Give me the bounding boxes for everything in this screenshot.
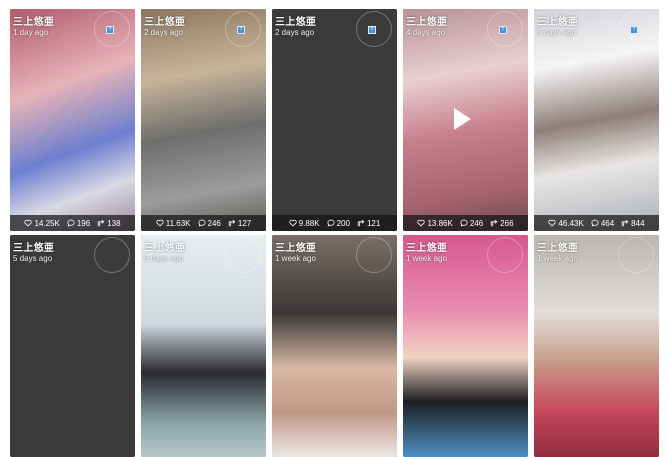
post-time: 5 days ago: [13, 254, 53, 263]
share-icon: [621, 219, 629, 227]
shares-stat: 266: [490, 218, 514, 228]
stats-bar: 46.43K 464 844: [534, 215, 659, 231]
share-icon: [490, 219, 498, 227]
author-name[interactable]: 三上悠亜: [13, 13, 54, 28]
comments-count: 464: [600, 218, 615, 228]
video-card[interactable]: 三上悠亜 2 days ago? 9.88K 200 121: [272, 9, 397, 231]
heart-icon: [156, 219, 164, 227]
share-icon: [97, 219, 105, 227]
video-card[interactable]: 三上悠亜 2 days ago? 11.63K 246 127: [141, 9, 266, 231]
author-name[interactable]: 三上悠亜: [537, 239, 578, 254]
loading-ring-icon: [487, 237, 523, 273]
heart-icon: [24, 219, 33, 227]
author-name[interactable]: 三上悠亜: [13, 239, 54, 254]
video-card[interactable]: 三上悠亜 1 week ago: [534, 235, 659, 457]
comments-stat: 246: [460, 219, 483, 228]
video-card[interactable]: 三上悠亜 6 days ago: [141, 235, 266, 457]
comments-stat: 246: [197, 218, 221, 228]
shares-count: 121: [366, 218, 381, 228]
heart-icon: [417, 219, 426, 227]
shares-stat: 121: [357, 219, 380, 228]
post-time: 1 day ago: [13, 28, 49, 37]
likes-count: 13.86K: [427, 218, 453, 228]
loading-ring-icon: [94, 237, 130, 273]
shares-count: 844: [631, 218, 645, 228]
loading-ring-icon: [618, 237, 654, 273]
post-time: 1 week ago: [537, 254, 578, 263]
author-name[interactable]: 三上悠亜: [144, 239, 185, 254]
post-time: 1 week ago: [406, 254, 447, 263]
likes-count: 11.63K: [165, 218, 191, 228]
stats-bar: 11.63K 246 127: [141, 215, 266, 231]
author-name[interactable]: 三上悠亜: [406, 239, 447, 254]
help-badge-icon[interactable]: ?: [237, 26, 245, 34]
likes-stat: 46.43K: [548, 218, 584, 228]
stats-bar: 13.86K 246 266: [403, 215, 528, 231]
likes-stat: 11.63K: [156, 219, 191, 228]
post-time: 6 days ago: [144, 254, 184, 263]
comments-count: 200: [336, 218, 350, 228]
video-card[interactable]: 三上悠亜 1 week ago: [272, 235, 397, 457]
comment-icon: [197, 219, 206, 227]
help-badge-icon[interactable]: ?: [368, 26, 376, 34]
help-badge-icon[interactable]: ?: [499, 26, 507, 34]
help-badge-icon[interactable]: ?: [630, 26, 638, 34]
shares-count: 127: [237, 218, 252, 228]
video-card[interactable]: 三上悠亜 1 week ago: [403, 235, 528, 457]
likes-stat: 14.25K: [24, 218, 60, 228]
comment-icon: [460, 219, 468, 227]
video-grid: 三上悠亜 1 day ago? 14.25K 196 138 三上悠亜 2 days ago…: [10, 9, 659, 457]
likes-stat: 13.86K: [417, 218, 453, 228]
post-time: 1 week ago: [275, 254, 316, 263]
comments-stat: 200: [327, 219, 350, 228]
shares-stat: 127: [228, 219, 251, 228]
video-card[interactable]: 三上悠亜 4 days ago? 13.86K 246 266: [403, 9, 528, 231]
comments-count: 246: [207, 218, 221, 228]
likes-count: 14.25K: [34, 218, 60, 228]
play-icon[interactable]: [454, 108, 471, 130]
comment-icon: [67, 219, 75, 227]
heart-icon: [548, 219, 557, 227]
author-name[interactable]: 三上悠亜: [144, 13, 185, 28]
shares-count: 266: [500, 218, 514, 228]
shares-count: 138: [107, 218, 121, 228]
comments-stat: 464: [591, 219, 614, 228]
video-card[interactable]: 三上悠亜 5 days ago? 46.43K 464 844: [534, 9, 659, 231]
video-card[interactable]: 三上悠亜 1 day ago? 14.25K 196 138: [10, 9, 135, 231]
heart-icon: [289, 219, 297, 227]
shares-stat: 844: [621, 218, 645, 228]
loading-ring-icon: [356, 237, 392, 273]
post-time: 2 days ago: [144, 28, 184, 37]
likes-stat: 9.88K: [289, 219, 320, 228]
share-icon: [228, 219, 236, 227]
stats-bar: 9.88K 200 121: [272, 215, 397, 231]
comment-icon: [327, 219, 335, 227]
comment-icon: [591, 219, 599, 227]
author-name[interactable]: 三上悠亜: [275, 13, 316, 28]
author-name[interactable]: 三上悠亜: [537, 13, 578, 28]
post-time: 5 days ago: [537, 28, 577, 37]
shares-stat: 138: [97, 218, 121, 228]
comments-count: 196: [76, 218, 91, 228]
video-card[interactable]: 三上悠亜 5 days ago: [10, 235, 135, 457]
author-name[interactable]: 三上悠亜: [406, 13, 447, 28]
loading-ring-icon: [225, 237, 261, 273]
comments-stat: 196: [67, 219, 90, 228]
comments-count: 246: [469, 218, 484, 228]
help-badge-icon[interactable]: ?: [106, 26, 114, 34]
post-time: 2 days ago: [275, 28, 315, 37]
author-name[interactable]: 三上悠亜: [275, 239, 316, 254]
likes-count: 46.43K: [558, 218, 584, 228]
post-time: 4 days ago: [406, 28, 446, 37]
share-icon: [357, 219, 365, 227]
stats-bar: 14.25K 196 138: [10, 215, 135, 231]
likes-count: 9.88K: [298, 218, 320, 228]
